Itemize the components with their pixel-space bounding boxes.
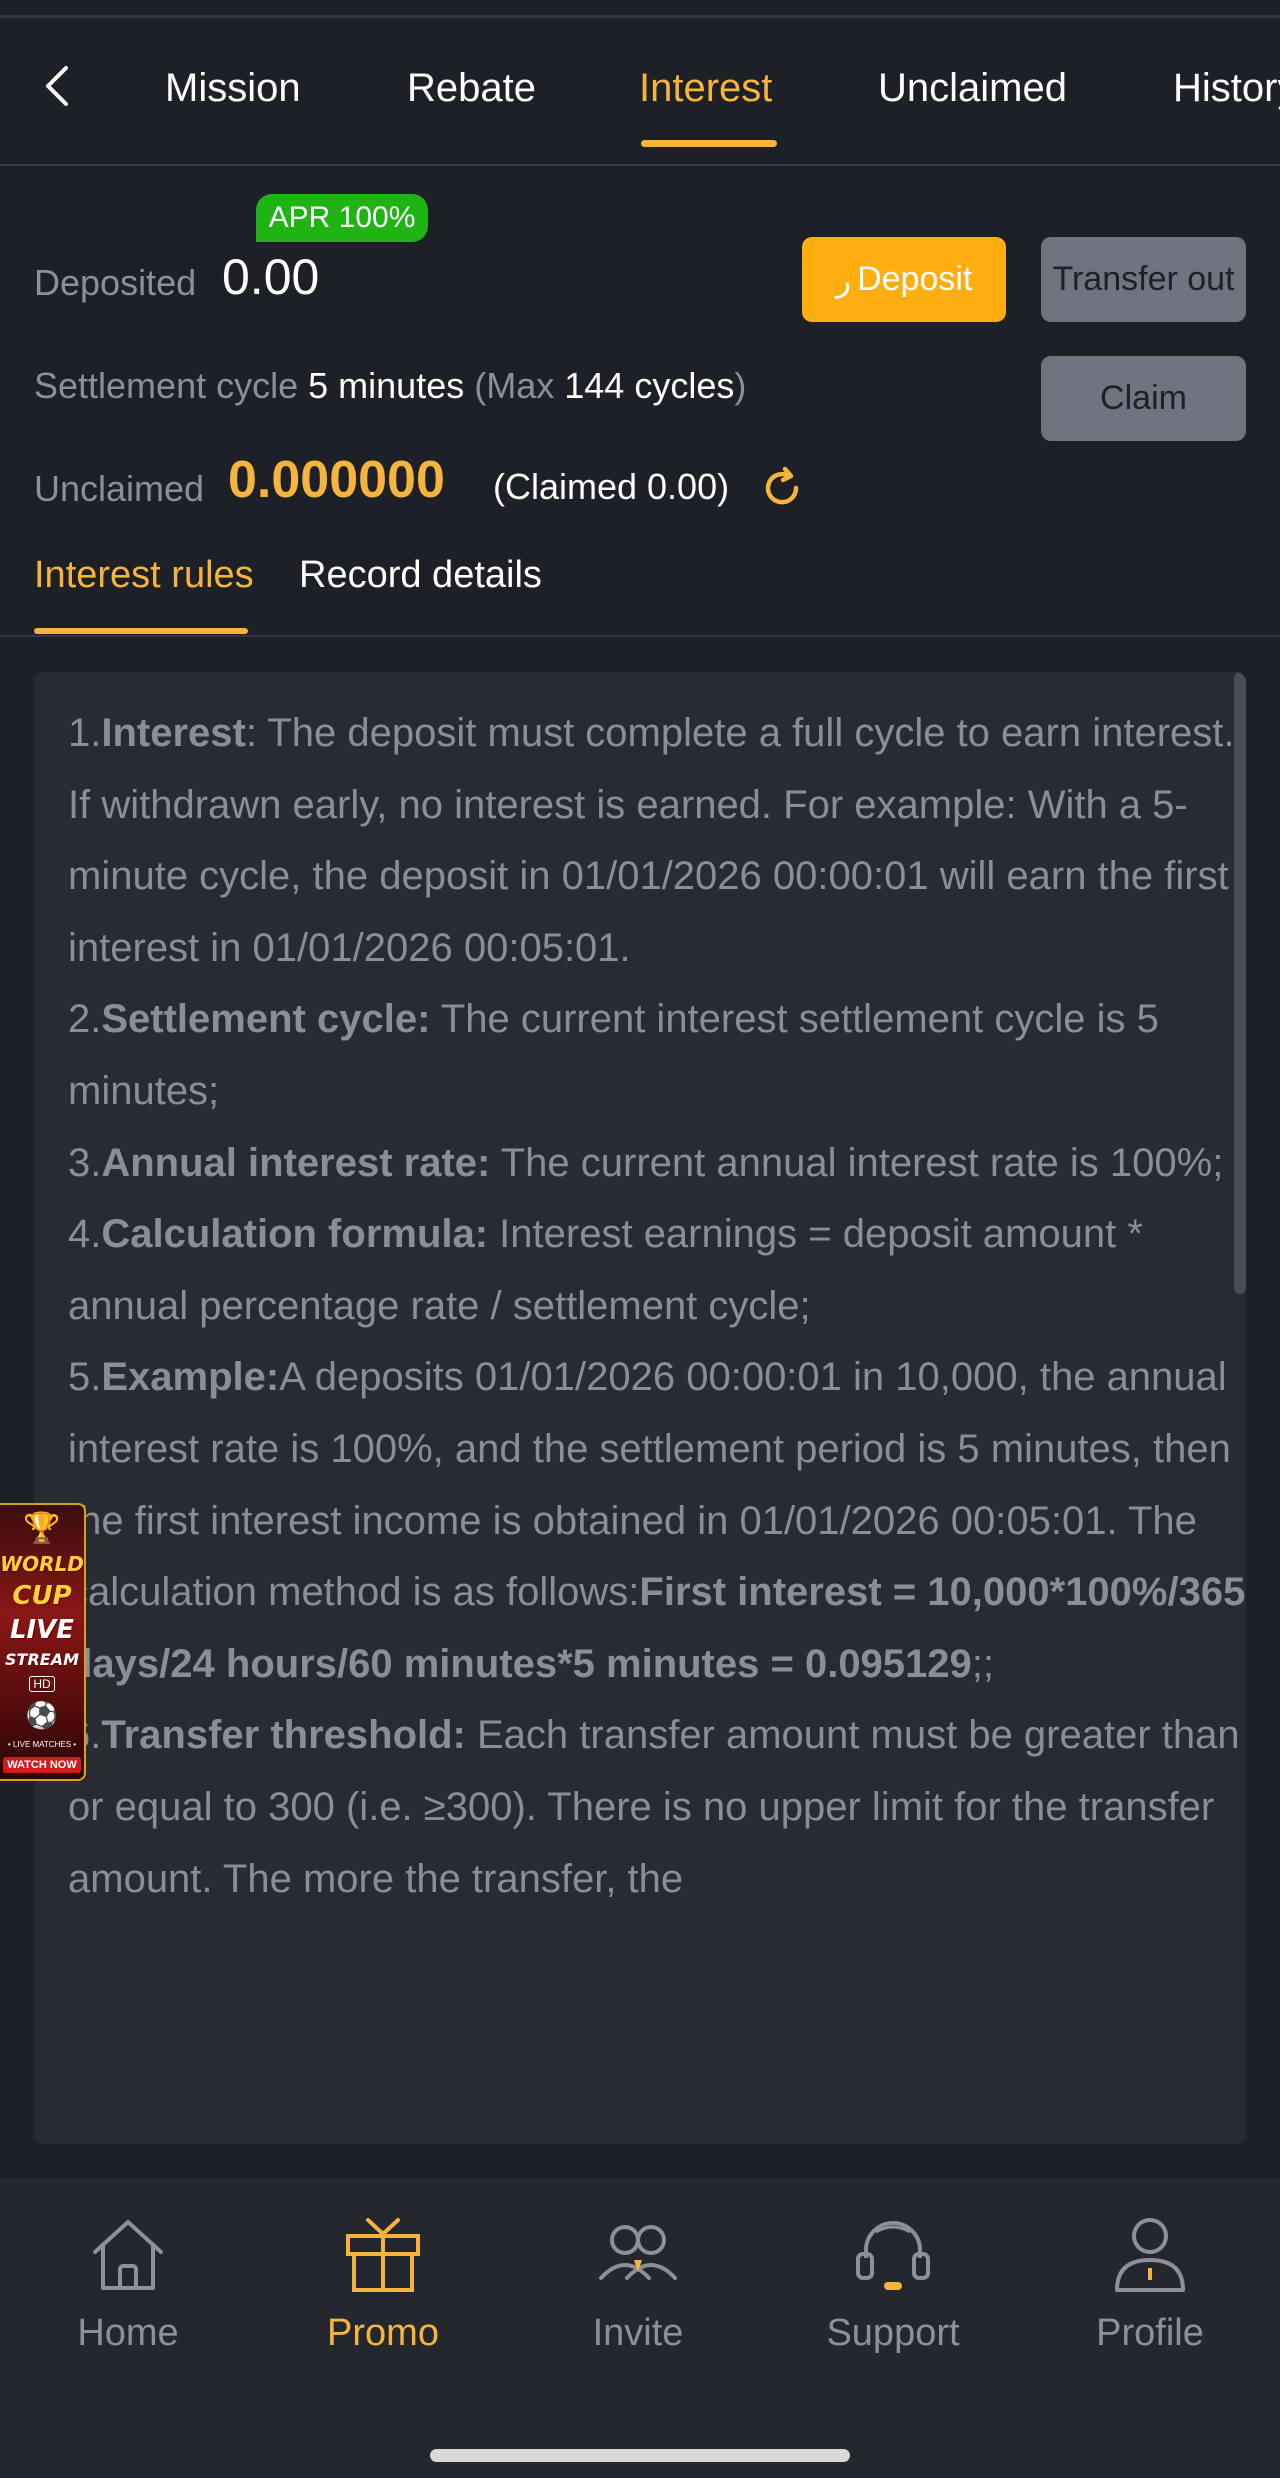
chevron-left-icon xyxy=(46,66,68,106)
rule-item: 2.Settlement cycle: The current interest… xyxy=(68,997,1159,1113)
banner-line: LIVE xyxy=(9,1615,75,1646)
trophy-icon: 🏆 xyxy=(23,1512,61,1545)
max-cycles-value: 144 cycles xyxy=(564,365,735,406)
apr-badge: APR 100% xyxy=(256,194,428,242)
refresh-button[interactable] xyxy=(758,464,806,512)
nav-home[interactable]: Home xyxy=(28,2210,228,2355)
nav-label: Support xyxy=(826,2312,960,2354)
nav-label: Profile xyxy=(1096,2312,1204,2354)
rule-title: Annual interest rate: xyxy=(101,1140,491,1185)
settlement-cycle-row: Settlement cycle 5 minutes (Max 144 cycl… xyxy=(34,365,746,407)
claimed-total: (Claimed 0.00) xyxy=(493,466,730,507)
nav-support[interactable]: Support xyxy=(793,2210,993,2355)
nav-label: Promo xyxy=(327,2312,439,2354)
headset-icon xyxy=(856,2221,930,2290)
refresh-icon xyxy=(765,466,799,505)
rule-item: 3.Annual interest rate: The current annu… xyxy=(68,1140,1224,1185)
nav-label: Home xyxy=(77,2312,179,2354)
settlement-value: 5 minutes xyxy=(308,365,465,406)
status-bar-divider xyxy=(0,0,1280,18)
rule-title: Calculation formula: xyxy=(101,1212,489,1257)
rule-title: Interest xyxy=(101,711,246,755)
banner-line: WORLD xyxy=(0,1552,84,1577)
tab-interest[interactable]: Interest xyxy=(639,66,772,111)
rule-item: 5.Example:A deposits 01/01/2026 00:00:01… xyxy=(68,1355,1246,1686)
banner-subtext: • LIVE MATCHES • xyxy=(7,1739,77,1749)
nav-label: Invite xyxy=(592,2312,684,2354)
deposited-value: 0.00 xyxy=(222,249,320,305)
transfer-out-button[interactable]: Transfer out xyxy=(1041,237,1246,322)
subtab-record-details[interactable]: Record details xyxy=(299,554,542,597)
max-close: ) xyxy=(734,365,747,406)
banner-line: STREAM xyxy=(5,1649,79,1669)
rules-scrollbar[interactable] xyxy=(1234,672,1246,1294)
tab-history[interactable]: History xyxy=(1173,66,1280,111)
claim-button[interactable]: Claim xyxy=(1041,356,1246,441)
active-subtab-indicator xyxy=(34,628,248,634)
home-icon xyxy=(93,2220,163,2290)
hd-badge: HD xyxy=(29,1675,55,1692)
users-icon xyxy=(599,2225,677,2280)
rule-item: 6.Transfer threshold: Each transfer amou… xyxy=(68,1713,1240,1901)
gift-icon xyxy=(346,2218,420,2292)
tab-rebate[interactable]: Rebate xyxy=(407,66,536,111)
nav-profile[interactable]: Profile xyxy=(1050,2210,1250,2355)
rule-title: Example: xyxy=(101,1355,280,1400)
deposited-label: Deposited xyxy=(34,262,197,303)
soccer-ball-icon: ⚽ xyxy=(25,1700,59,1731)
rule-title: Settlement cycle: xyxy=(101,997,431,1042)
bottom-navigation: Home Promo Invite Support Profile xyxy=(0,2178,1280,2478)
deposit-icon: ر xyxy=(835,261,852,298)
unclaimed-label: Unclaimed xyxy=(34,468,205,509)
top-tab-bar: Mission Rebate Interest Unclaimed Histor… xyxy=(0,18,1280,166)
nav-invite[interactable]: Invite xyxy=(538,2210,738,2355)
rule-title: Transfer threshold: xyxy=(101,1713,466,1758)
nav-promo[interactable]: Promo xyxy=(283,2210,483,2355)
deposit-button-label: Deposit xyxy=(857,260,973,298)
deposit-button[interactable]: ر Deposit xyxy=(802,237,1006,322)
watch-now-button[interactable]: WATCH NOW xyxy=(3,1757,81,1773)
home-indicator xyxy=(430,2449,850,2462)
person-icon xyxy=(1115,2218,1185,2292)
rule-item: 1.Interest: The deposit must complete a … xyxy=(68,711,1235,970)
interest-rules-panel[interactable]: 1.Interest: The deposit must complete a … xyxy=(34,672,1246,2144)
unclaimed-value: 0.000000 xyxy=(228,451,445,509)
active-tab-indicator xyxy=(641,140,777,147)
rule-item: 4.Calculation formula: Interest earnings… xyxy=(68,1212,1143,1328)
world-cup-live-stream-banner[interactable]: 🏆 WORLD CUP LIVE STREAM HD ⚽ • LIVE MATC… xyxy=(0,1503,86,1781)
subtab-interest-rules[interactable]: Interest rules xyxy=(34,554,254,597)
tab-unclaimed[interactable]: Unclaimed xyxy=(878,66,1067,111)
settlement-label: Settlement cycle xyxy=(34,365,299,406)
max-open: (Max xyxy=(474,365,555,406)
banner-line: CUP xyxy=(12,1580,72,1611)
back-button[interactable] xyxy=(28,58,84,114)
rules-text: 1.Interest: The deposit must complete a … xyxy=(68,698,1246,1915)
subtab-divider xyxy=(0,635,1280,637)
tab-mission[interactable]: Mission xyxy=(165,66,301,111)
